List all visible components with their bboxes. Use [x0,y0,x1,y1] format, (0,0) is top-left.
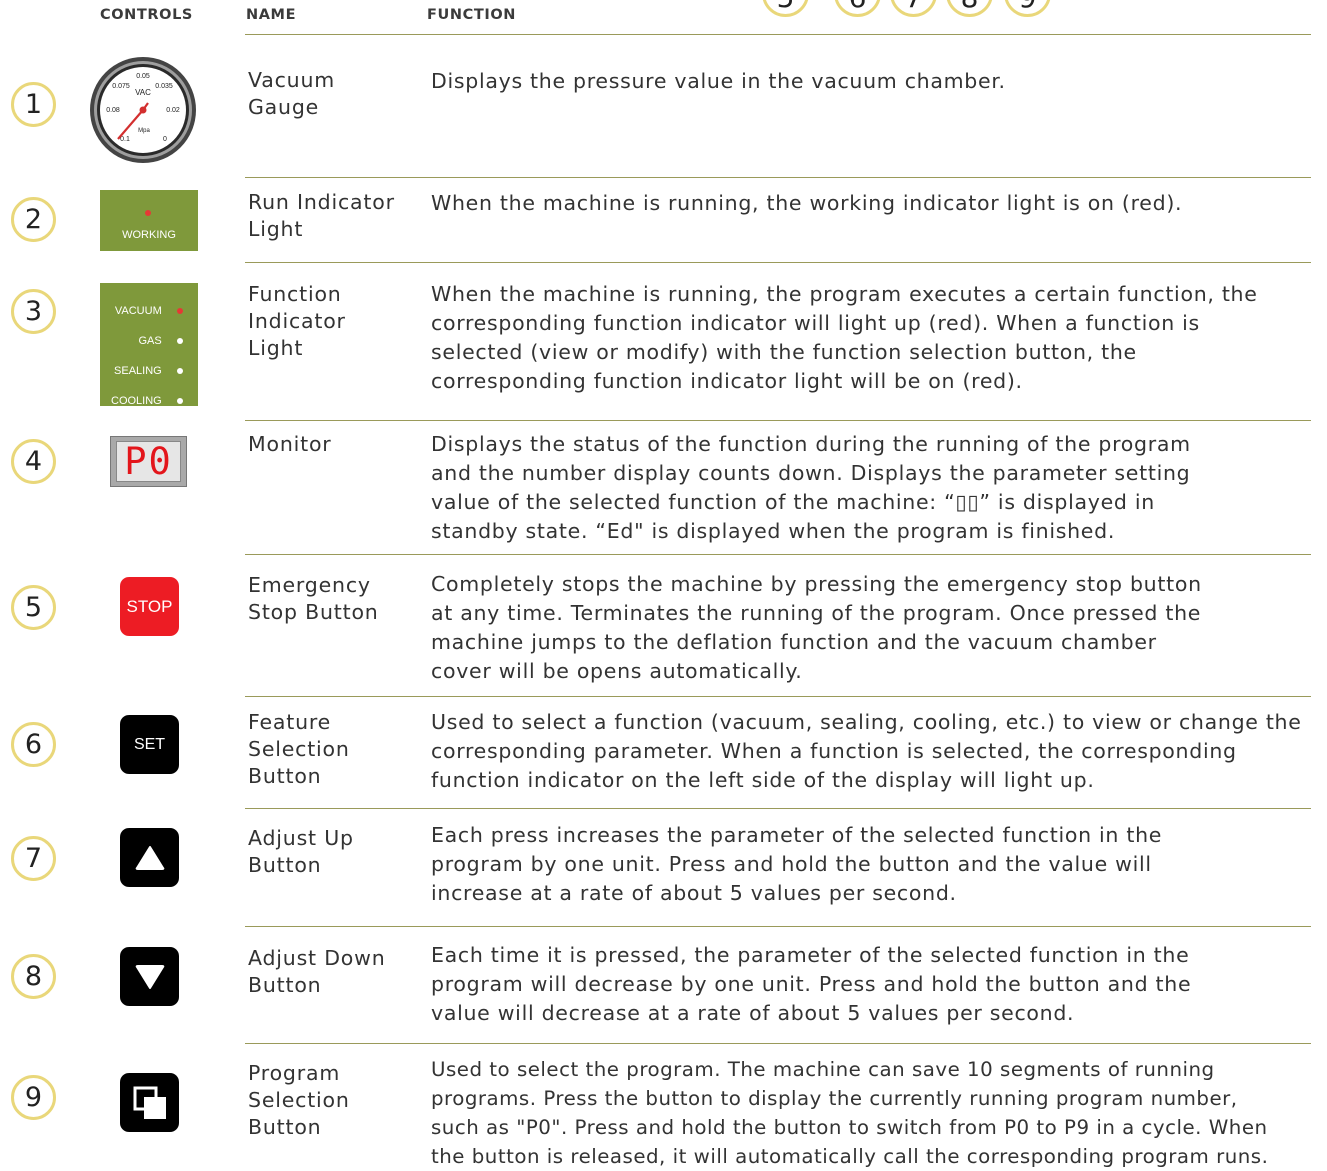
adjust-down-button[interactable] [120,947,179,1006]
triangle-up-icon [135,845,164,870]
row-number-badge: 8 [11,954,56,999]
monitor-display: P0 [110,436,187,487]
divider [245,1043,1311,1044]
gauge-tick: 0.035 [155,83,173,90]
control-name: Feature Selection Button [248,710,350,788]
gauge-unit: Mpa [138,128,150,134]
set-label: SET [133,735,166,753]
divider [245,262,1311,263]
control-name: Emergency Stop Button [248,573,379,624]
top-badge: 9 [1004,0,1051,17]
vacuum-indicator-icon [177,308,183,314]
program-selection-button[interactable] [120,1073,179,1132]
monitor-value: P0 [124,440,173,483]
top-badge: 7 [890,0,937,17]
header-function: FUNCTION [427,7,517,23]
gauge-tick: 0 [163,136,167,143]
control-function: Each press increases the parameter of th… [431,823,1163,905]
program-select-icon [133,1086,166,1119]
vacuum-gauge-icon: 0.05 0.075 0.035 0.08 0.02 0.1 0 VAC Mpa [90,57,196,163]
row-number-badge: 9 [11,1075,56,1120]
control-name: Adjust Down Button [248,946,386,997]
run-indicator-panel: WORKING [100,190,198,251]
gauge-tick: 0.08 [106,107,120,114]
working-indicator-icon [145,210,151,216]
cooling-indicator-icon [177,398,183,404]
stop-label: STOP [126,596,173,616]
top-badge: 6 [834,0,881,17]
row-number-badge: 1 [11,82,56,127]
row-number-badge: 3 [11,289,56,334]
divider [245,696,1311,697]
top-badge: 8 [946,0,993,17]
gauge-label: VAC [135,88,151,97]
function-indicator-item: VACUUM [111,295,183,325]
triangle-down-icon [135,964,164,989]
header-controls: CONTROLS [100,7,193,23]
emergency-stop-button[interactable]: STOP [120,577,179,636]
row-number-badge: 6 [11,722,56,767]
control-name: Vacuum Gauge [248,68,336,119]
set-button[interactable]: SET [120,715,179,774]
control-function: Used to select a function (vacuum, seali… [431,710,1302,792]
gauge-tick: 0.05 [136,73,150,80]
gauge-tick: 0.1 [120,136,130,143]
control-function: Each time it is pressed, the parameter o… [431,943,1192,1025]
gauge-tick: 0.075 [112,83,130,90]
row-number-badge: 4 [11,439,56,484]
row-number-badge: 5 [11,585,56,630]
adjust-up-button[interactable] [120,828,179,887]
gas-indicator-icon [177,338,183,344]
control-function: When the machine is running, the working… [431,191,1183,215]
control-name: Function Indicator Light [248,282,346,360]
divider [245,554,1311,555]
row-number-badge: 2 [11,197,56,242]
gauge-tick: 0.02 [166,107,180,114]
divider [245,926,1311,927]
control-function: Used to select the program. The machine … [431,1058,1269,1168]
divider [245,34,1311,35]
function-indicator-panel: VACUUM GAS SEALING COOLING [100,283,198,407]
divider [245,177,1311,178]
control-name: Adjust Up Button [248,826,354,877]
sealing-indicator-icon [177,368,183,374]
top-badge: 5 [762,0,809,17]
control-name: Program Selection Button [248,1061,350,1139]
control-function: Completely stops the machine by pressing… [431,572,1202,683]
function-indicator-item: GAS [111,325,183,355]
control-function: Displays the status of the function duri… [431,432,1191,543]
control-name: Run Indicator Light [248,190,395,241]
control-function: Displays the pressure value in the vacuu… [431,69,1006,93]
control-function: When the machine is running, the program… [431,282,1258,393]
control-name: Monitor [248,432,332,456]
divider [245,420,1311,421]
header-name: NAME [246,7,297,23]
working-label: WORKING [122,229,176,241]
row-number-badge: 7 [11,836,56,881]
function-indicator-item: COOLING [111,385,183,415]
divider [245,808,1311,809]
function-indicator-item: SEALING [111,355,183,385]
